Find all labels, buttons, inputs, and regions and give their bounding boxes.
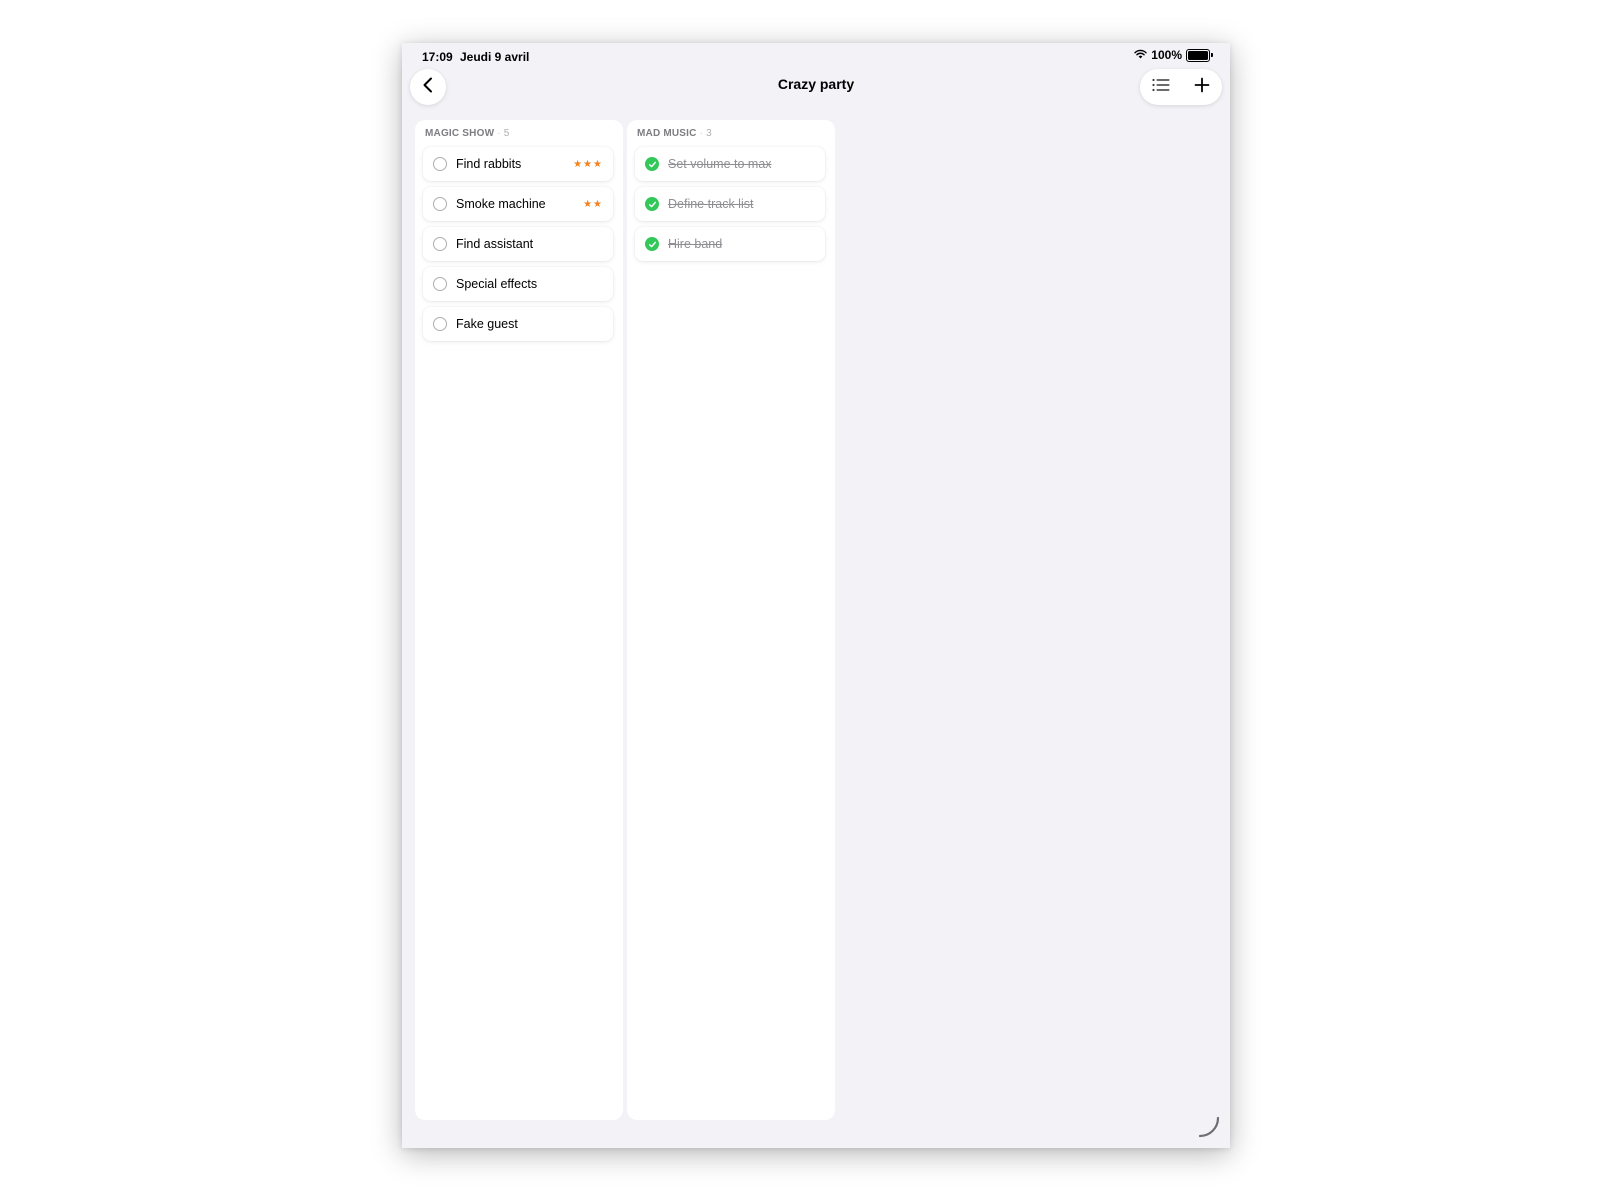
checkmark-icon[interactable] — [645, 237, 659, 251]
column-mad-music: MAD MUSIC · 3 Set volume to max Define tra… — [627, 120, 835, 1120]
add-button[interactable] — [1186, 71, 1218, 103]
priority-stars: ★★ — [583, 198, 603, 210]
column-header: MAGIC SHOW · 5 — [425, 128, 510, 139]
task-label: Find assistant — [456, 237, 534, 251]
task-checkbox[interactable] — [433, 237, 447, 251]
resize-grip-icon[interactable] — [1198, 1116, 1220, 1138]
list-icon — [1151, 78, 1170, 97]
page-title: Crazy party — [777, 76, 855, 92]
task-checkbox[interactable] — [433, 157, 447, 171]
column-header: MAD MUSIC · 3 — [637, 128, 712, 139]
task-card[interactable]: Smoke machine ★★ — [423, 187, 613, 221]
column-title: MAGIC SHOW — [425, 128, 495, 139]
task-checkbox[interactable] — [433, 317, 447, 331]
ipad-screen: 17:09 Jeudi 9 avril 100% Crazy party MAG… — [402, 43, 1230, 1148]
task-label: Hire band — [668, 237, 723, 251]
task-card[interactable]: Find assistant — [423, 227, 613, 261]
task-label: Special effects — [456, 277, 538, 291]
task-label: Define track list — [668, 197, 754, 211]
task-card[interactable]: Special effects — [423, 267, 613, 301]
task-card[interactable]: Fake guest — [423, 307, 613, 341]
battery-percent: 100% — [1151, 48, 1182, 62]
task-card[interactable]: Set volume to max — [635, 147, 825, 181]
task-checkbox[interactable] — [433, 277, 447, 291]
battery-icon — [1186, 48, 1213, 62]
task-card[interactable]: Define track list — [635, 187, 825, 221]
column-magic-show: MAGIC SHOW · 5 Find rabbits ★★★ Smoke mach… — [415, 120, 623, 1120]
column-count: 3 — [706, 128, 712, 139]
column-count: 5 — [503, 128, 510, 139]
task-card[interactable]: Hire band — [635, 227, 825, 261]
task-label: Smoke machine — [456, 197, 546, 211]
status-date: Jeudi 9 avril — [460, 50, 530, 64]
task-label: Fake guest — [456, 317, 518, 331]
status-indicators: 100% — [1134, 48, 1213, 62]
task-label: Set volume to max — [668, 157, 772, 171]
status-time: 17:09 — [422, 50, 453, 64]
task-checkbox[interactable] — [433, 197, 447, 211]
plus-icon — [1194, 77, 1210, 98]
task-label: Find rabbits — [456, 157, 522, 171]
wifi-icon — [1134, 48, 1147, 62]
checkmark-icon[interactable] — [645, 197, 659, 211]
list-view-button[interactable] — [1145, 71, 1177, 103]
column-title: MAD MUSIC — [637, 128, 697, 139]
priority-stars: ★★★ — [573, 158, 603, 170]
status-bar: 17:09 Jeudi 9 avril 100% — [402, 43, 1230, 69]
task-card[interactable]: Find rabbits ★★★ — [423, 147, 613, 181]
checkmark-icon[interactable] — [645, 157, 659, 171]
toolbar-actions — [1140, 69, 1222, 105]
